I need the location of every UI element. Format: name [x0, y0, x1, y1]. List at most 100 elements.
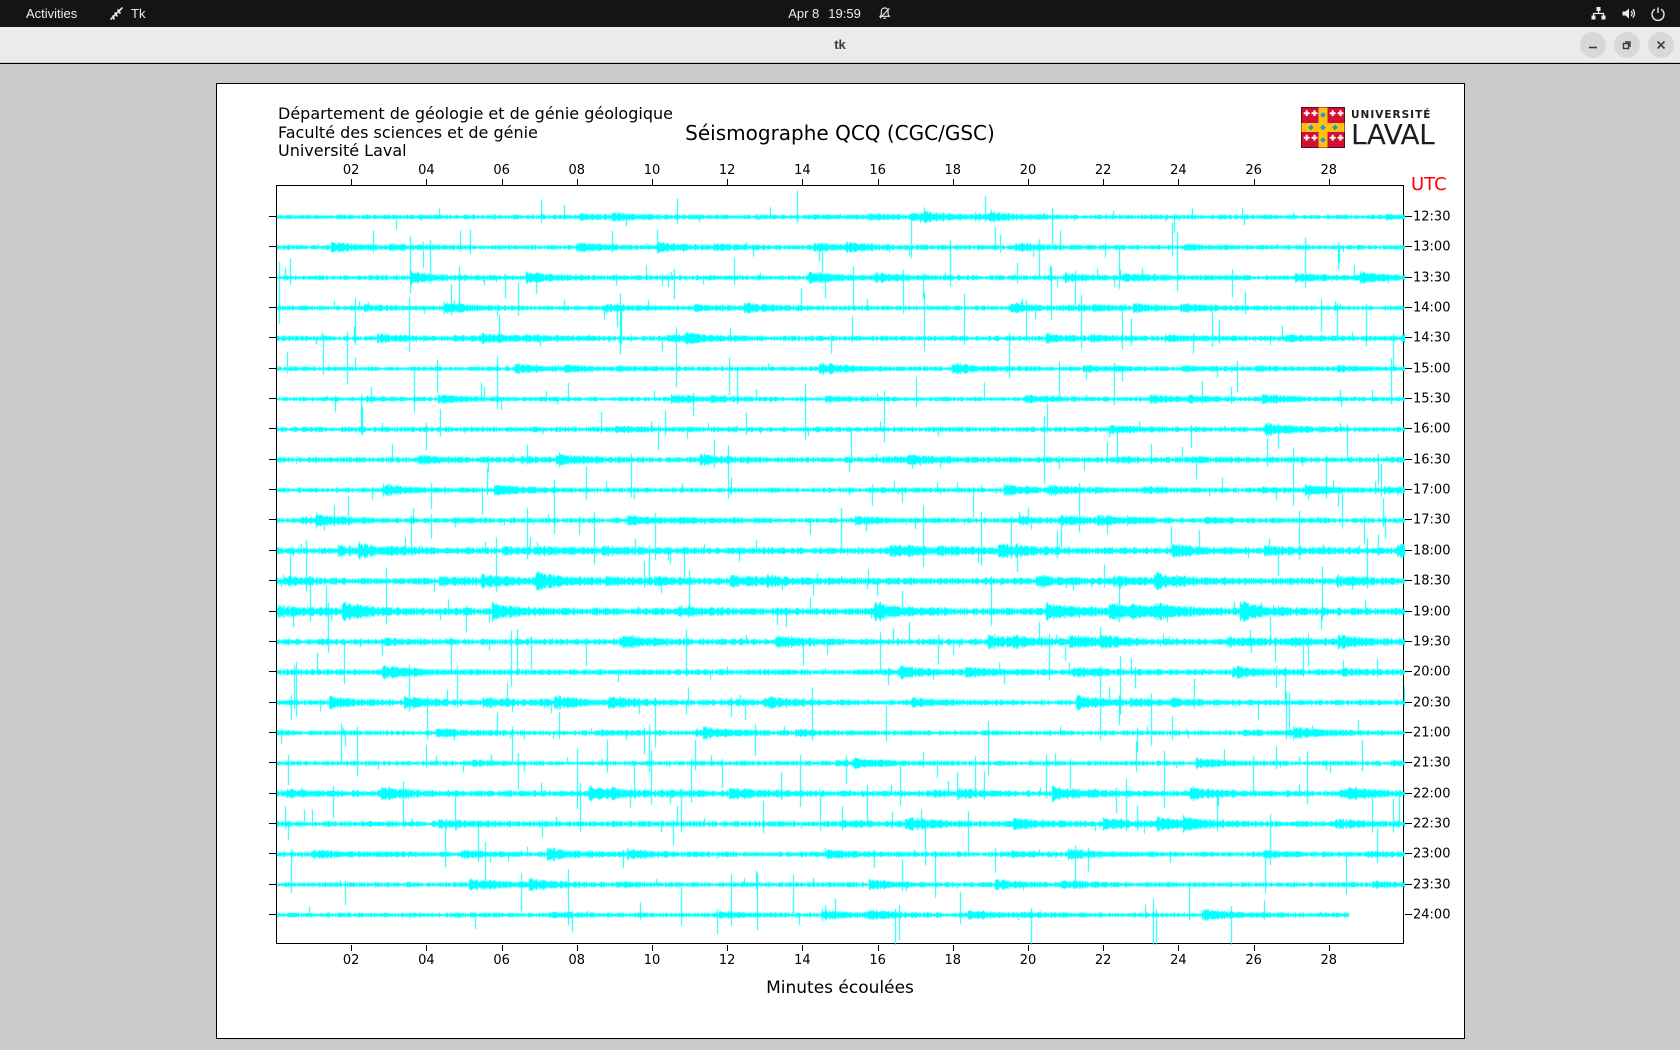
- y-tick-label-utc: 23:30: [1413, 877, 1451, 893]
- y-tick-mark-right: [1405, 762, 1412, 764]
- notifications-muted-icon: [877, 6, 892, 21]
- x-tick-mark-bottom: [351, 945, 353, 951]
- y-tick-mark-right: [1405, 701, 1412, 703]
- y-tick-mark-left: [269, 822, 276, 824]
- x-tick-label-top: 02: [342, 163, 360, 178]
- y-tick-label-utc: 19:30: [1413, 634, 1451, 650]
- y-tick-mark-right: [1405, 822, 1412, 824]
- y-tick-mark-left: [269, 428, 276, 430]
- volume-icon: [1620, 5, 1637, 22]
- minimize-icon: [1589, 46, 1597, 49]
- y-tick-mark-left: [269, 640, 276, 642]
- x-tick-label-bottom: 26: [1245, 953, 1262, 968]
- y-tick-mark-left: [269, 792, 276, 794]
- x-tick-label-top: 08: [568, 163, 586, 178]
- y-tick-mark-left: [269, 458, 276, 460]
- x-tick-mark-top: [426, 179, 428, 185]
- y-tick-mark-left: [269, 914, 276, 915]
- clock-date: Apr 8: [788, 6, 820, 21]
- x-tick-label-bottom: 24: [1170, 953, 1187, 968]
- x-tick-mark-top: [1028, 179, 1029, 185]
- x-tick-label-bottom: 02: [342, 953, 360, 968]
- x-tick-mark-bottom: [426, 945, 428, 951]
- x-tick-label-bottom: 28: [1320, 953, 1338, 968]
- y-tick-mark-left: [269, 519, 276, 521]
- y-tick-mark-left: [269, 731, 276, 733]
- x-tick-mark-top: [1178, 179, 1180, 185]
- x-tick-mark-top: [1328, 179, 1330, 185]
- x-tick-label-top: 06: [493, 163, 510, 178]
- y-tick-label-utc: 16:30: [1413, 452, 1451, 468]
- y-tick-mark-right: [1405, 640, 1412, 642]
- x-tick-mark-top: [576, 179, 578, 185]
- y-tick-label-utc: 20:00: [1413, 664, 1451, 680]
- x-tick-mark-top: [877, 179, 879, 185]
- y-tick-mark-right: [1405, 276, 1412, 278]
- close-icon: [1656, 40, 1666, 50]
- x-tick-label-bottom: 18: [944, 953, 962, 968]
- y-tick-label-utc: 18:00: [1413, 543, 1451, 559]
- y-tick-mark-right: [1405, 398, 1412, 400]
- x-tick-mark-bottom: [1253, 945, 1255, 951]
- window-title: tk: [834, 37, 846, 52]
- x-tick-label-bottom: 10: [643, 953, 661, 968]
- y-tick-mark-right: [1405, 853, 1412, 855]
- y-tick-mark-right: [1405, 428, 1412, 430]
- figure-title: Séismographe QCQ (CGC/GSC): [685, 121, 995, 145]
- x-tick-label-top: 24: [1170, 163, 1187, 178]
- y-tick-mark-left: [269, 883, 276, 885]
- universite-laval-logo: UNIVERSITÉ LAVAL: [1301, 107, 1435, 151]
- y-tick-mark-right: [1405, 216, 1412, 217]
- x-tick-label-top: 04: [418, 163, 435, 178]
- x-tick-label-top: 28: [1320, 163, 1338, 178]
- x-tick-label-top: 10: [643, 163, 661, 178]
- x-tick-label-top: 14: [794, 163, 811, 178]
- tk-icon: [108, 6, 124, 22]
- x-tick-label-top: 26: [1245, 163, 1262, 178]
- logo-laval-text: LAVAL: [1351, 118, 1435, 151]
- y-tick-label-utc: 15:00: [1413, 361, 1451, 377]
- tk-window-content: Département de géologie et de génie géol…: [0, 64, 1680, 1050]
- y-tick-mark-left: [269, 276, 276, 278]
- activities-button[interactable]: Activities: [14, 0, 89, 27]
- x-tick-mark-top: [802, 179, 804, 185]
- app-menu-label: Tk: [131, 6, 146, 21]
- window-titlebar[interactable]: tk: [0, 27, 1680, 63]
- y-tick-mark-right: [1405, 367, 1412, 369]
- x-tick-label-bottom: 16: [869, 953, 886, 968]
- close-button[interactable]: [1648, 32, 1674, 58]
- x-tick-mark-top: [1103, 179, 1105, 185]
- x-tick-label-bottom: 22: [1094, 953, 1112, 968]
- y-tick-label-utc: 13:30: [1413, 270, 1451, 286]
- y-tick-mark-right: [1405, 337, 1412, 339]
- x-tick-mark-bottom: [727, 945, 729, 951]
- maximize-button[interactable]: [1614, 32, 1640, 58]
- desktop-screen: Activities Tk Apr 8 19:59 tk Département…: [0, 0, 1680, 1050]
- x-tick-mark-bottom: [802, 945, 804, 951]
- y-tick-mark-right: [1405, 549, 1412, 551]
- y-tick-mark-left: [269, 398, 276, 400]
- app-menu-button[interactable]: Tk: [108, 0, 145, 27]
- y-tick-label-utc: 22:00: [1413, 786, 1451, 802]
- y-tick-label-utc: 20:30: [1413, 695, 1451, 711]
- minimize-button[interactable]: [1580, 32, 1606, 58]
- seismograph-figure: Département de géologie et de génie géol…: [216, 83, 1465, 1039]
- x-tick-mark-top: [501, 179, 503, 185]
- y-tick-mark-left: [269, 853, 276, 855]
- x-tick-mark-top: [727, 179, 729, 185]
- x-axis-label: Minutes écoulées: [766, 978, 914, 998]
- x-tick-mark-bottom: [501, 945, 503, 951]
- system-status-area[interactable]: [1590, 0, 1666, 27]
- x-tick-mark-top: [952, 179, 954, 185]
- x-tick-label-top: 12: [718, 163, 736, 178]
- y-tick-mark-left: [269, 216, 276, 217]
- y-tick-label-utc: 23:00: [1413, 846, 1451, 862]
- x-tick-label-bottom: 14: [794, 953, 811, 968]
- y-tick-mark-right: [1405, 914, 1412, 915]
- x-tick-mark-bottom: [1328, 945, 1330, 951]
- x-tick-label-bottom: 20: [1019, 953, 1037, 968]
- y-tick-label-utc: 14:30: [1413, 330, 1451, 346]
- clock-button[interactable]: Apr 8 19:59: [788, 0, 892, 27]
- x-tick-label-bottom: 06: [493, 953, 510, 968]
- y-tick-mark-right: [1405, 489, 1412, 491]
